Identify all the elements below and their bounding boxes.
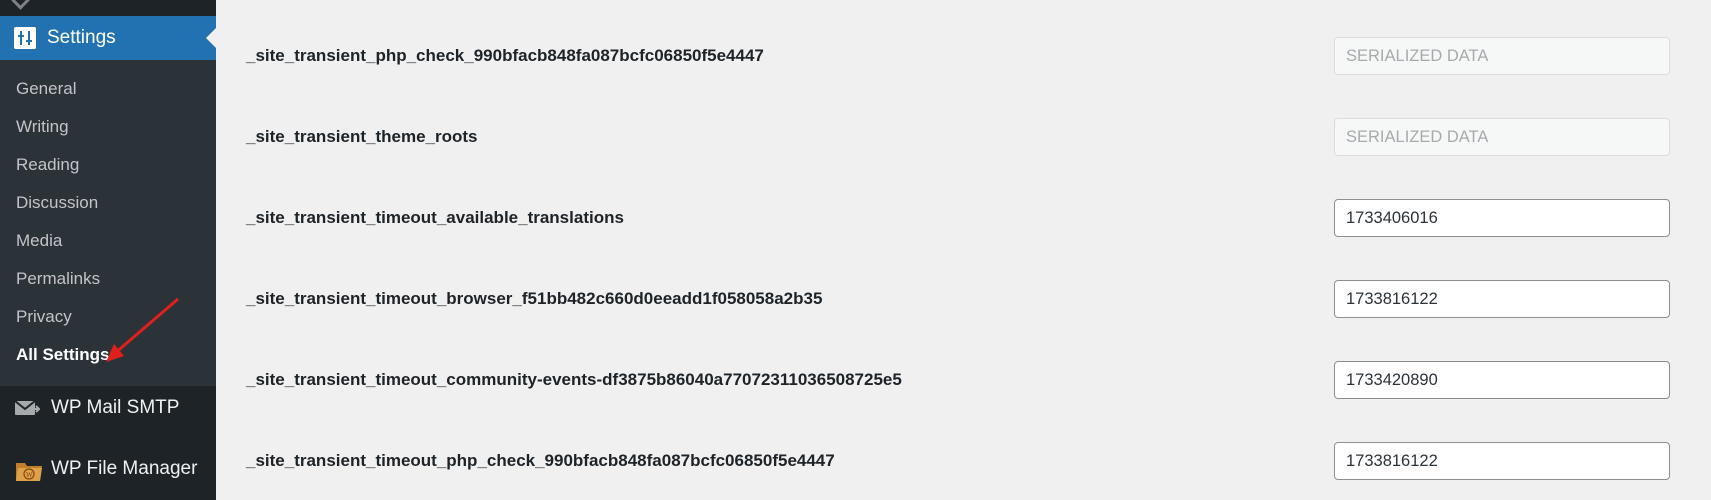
settings-icon: [14, 27, 36, 49]
submenu-item-permalinks[interactable]: Permalinks: [16, 269, 100, 289]
admin-sidebar: Settings General Writing Reading Discuss…: [0, 0, 216, 500]
option-value-field: SERIALIZED DATA: [1334, 118, 1670, 156]
option-value-input[interactable]: 1733420890: [1334, 361, 1670, 399]
sidebar-item-label: Settings: [47, 27, 116, 48]
submenu-item-reading[interactable]: Reading: [16, 155, 79, 175]
submenu-item-general[interactable]: General: [16, 79, 76, 99]
option-name: _site_transient_timeout_available_transl…: [246, 208, 624, 227]
submenu-item-discussion[interactable]: Discussion: [16, 193, 98, 213]
sidebar-item-label: WP File Manager: [51, 458, 198, 479]
option-value-field: SERIALIZED DATA: [1334, 37, 1670, 75]
current-menu-arrow: [206, 28, 216, 48]
wp-mail-smtp-icon: [14, 396, 42, 420]
option-name: _site_transient_timeout_browser_f51bb482…: [246, 289, 823, 308]
option-name: _site_transient_timeout_php_check_990bfa…: [246, 451, 835, 470]
option-value-input[interactable]: 1733816122: [1334, 442, 1670, 480]
option-value-input[interactable]: 1733816122: [1334, 280, 1670, 318]
submenu-item-privacy[interactable]: Privacy: [16, 307, 72, 327]
option-value-input[interactable]: 1733406016: [1334, 199, 1670, 237]
option-name: _site_transient_theme_roots: [246, 127, 478, 146]
sidebar-item-wp-file-manager[interactable]: W WP File Manager: [0, 447, 216, 491]
submenu-item-all-settings[interactable]: All Settings: [16, 345, 110, 365]
sidebar-item-label: WP Mail SMTP: [51, 397, 180, 418]
annotation-arrow-icon: [106, 297, 179, 362]
menu-icon: [11, 0, 30, 10]
option-name: _site_transient_timeout_community-events…: [246, 370, 902, 389]
svg-text:W: W: [26, 471, 33, 479]
sidebar-item-settings[interactable]: Settings: [0, 16, 216, 60]
submenu-item-media[interactable]: Media: [16, 231, 62, 251]
wp-file-manager-icon: W: [14, 457, 42, 481]
submenu-item-writing[interactable]: Writing: [16, 117, 69, 137]
previous-menu-item-stub[interactable]: [0, 0, 216, 16]
option-name: _site_transient_php_check_990bfacb848fa0…: [246, 46, 764, 65]
sidebar-item-wp-mail-smtp[interactable]: WP Mail SMTP: [0, 386, 216, 430]
